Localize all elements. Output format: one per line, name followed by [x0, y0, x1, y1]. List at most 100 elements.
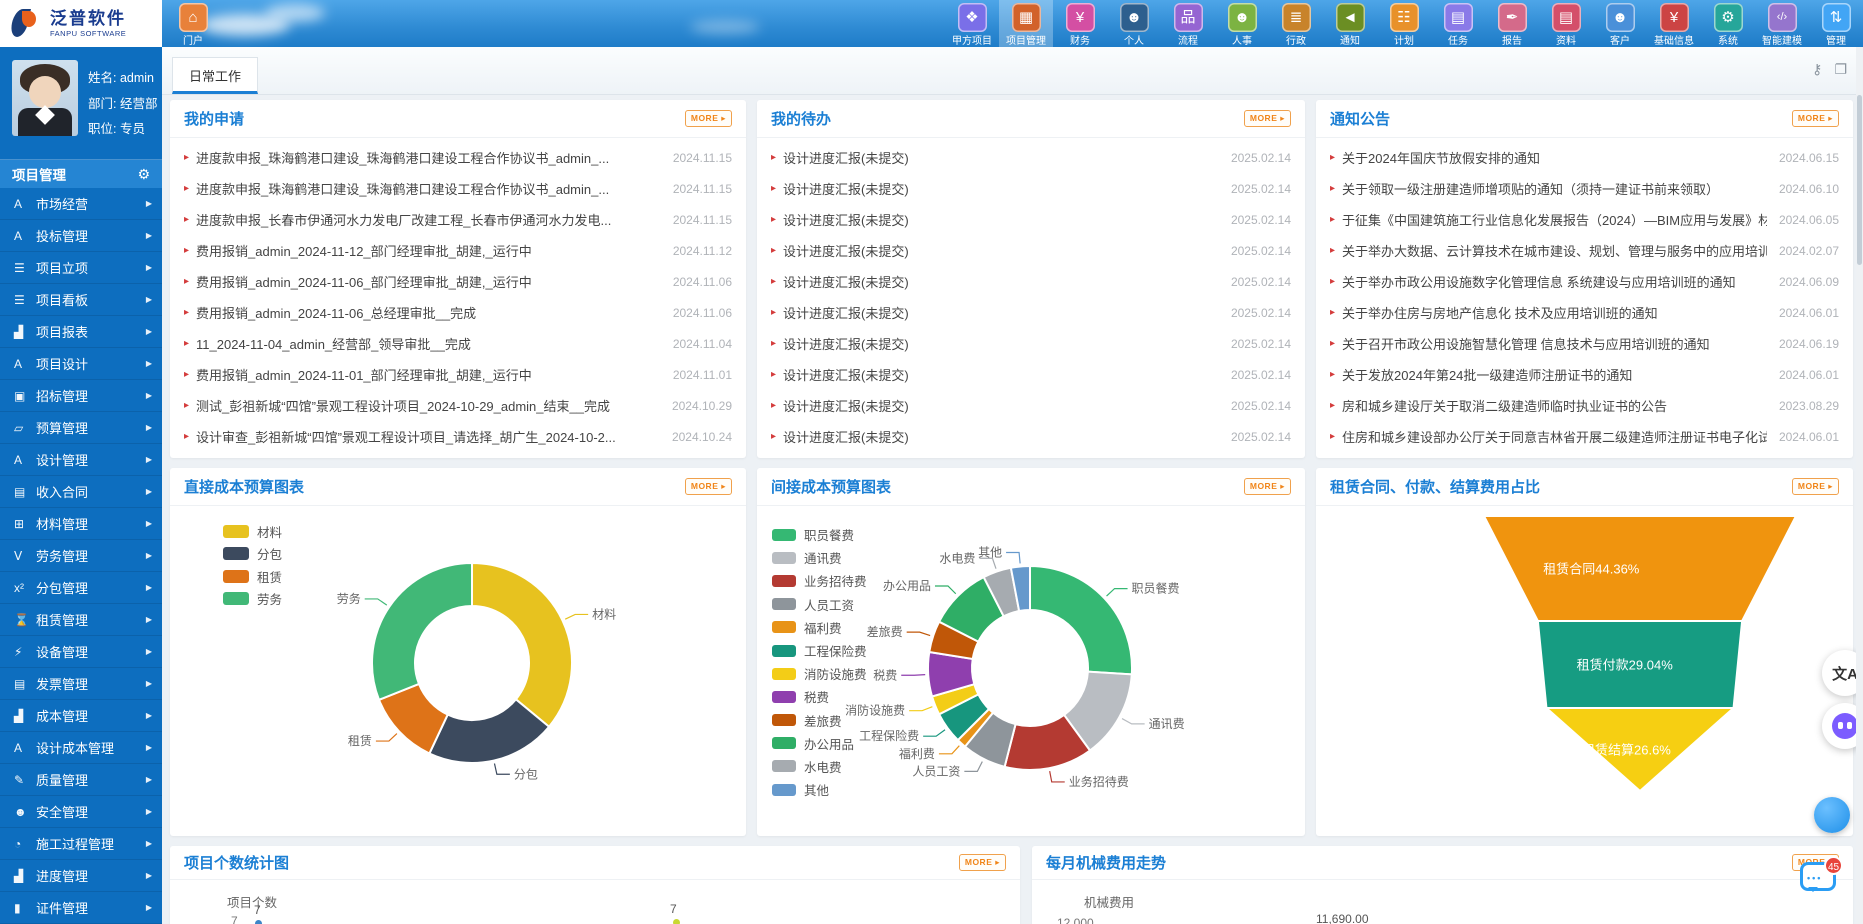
list-item[interactable]: ▸关于2024年国庆节放假安排的通知2024.06.15	[1330, 148, 1839, 167]
nav-item-client-projects[interactable]: ❖甲方项目	[945, 0, 999, 47]
nav-item-base-info[interactable]: ¥基础信息	[1647, 0, 1701, 47]
nav-item-document[interactable]: ▤资料	[1539, 0, 1593, 47]
sidebar-item-invoice[interactable]: ▤发票管理▶	[0, 668, 162, 700]
sidebar-item-cost-chart[interactable]: ▟成本管理▶	[0, 700, 162, 732]
legend-item[interactable]: 水电费	[772, 755, 867, 778]
sidebar-item-progress[interactable]: ▟进度管理▶	[0, 860, 162, 892]
scrollbar-thumb[interactable]	[1857, 95, 1862, 265]
list-item[interactable]: ▸费用报销_admin_2024-11-12_部门经理审批_胡建,_运行中202…	[184, 241, 732, 260]
more-button[interactable]: MORE ▸	[1792, 478, 1839, 495]
list-item[interactable]: ▸进度款申报_珠海鹤港口建设_珠海鹤港口建设工程合作协议书_admin_...2…	[184, 148, 732, 167]
chat-widget[interactable]: ••• 45	[1800, 862, 1836, 891]
list-item[interactable]: ▸设计进度汇报(未提交)2025.02.14	[771, 303, 1291, 322]
list-item[interactable]: ▸于征集《中国建筑施工行业信息化发展报告（2024）—BIM应用与发展》材料..…	[1330, 210, 1839, 229]
list-item[interactable]: ▸住房和城乡建设部办公厅关于同意吉林省开展二级建造师注册证书电子化试点...20…	[1330, 427, 1839, 446]
list-item[interactable]: ▸关于举办住房与房地产信息化 技术及应用培训班的通知2024.06.01	[1330, 303, 1839, 322]
sidebar-item-project-design[interactable]: A项目设计▶	[0, 348, 162, 380]
new-window-icon[interactable]: ❐	[1834, 61, 1847, 78]
more-button[interactable]: MORE ▸	[1792, 110, 1839, 127]
list-item[interactable]: ▸关于发放2024年第24批一级建造师注册证书的通知2024.06.01	[1330, 365, 1839, 384]
legend-item[interactable]: 业务招待费	[772, 569, 867, 592]
list-item[interactable]: ▸设计进度汇报(未提交)2025.02.14	[771, 427, 1291, 446]
legend-item[interactable]: 人员工资	[772, 593, 867, 616]
more-button[interactable]: MORE ▸	[685, 478, 732, 495]
legend-item[interactable]: 差旅费	[772, 709, 867, 732]
tab-daily-work[interactable]: 日常工作	[172, 57, 258, 94]
nav-item-hr[interactable]: ☻人事	[1215, 0, 1269, 47]
nav-item-plan-sliders[interactable]: ☷计划	[1377, 0, 1431, 47]
list-item[interactable]: ▸费用报销_admin_2024-11-01_部门经理审批_胡建,_运行中202…	[184, 365, 732, 384]
nav-item-system-gear[interactable]: ⚙系统	[1701, 0, 1755, 47]
legend-item[interactable]: 材料	[223, 520, 282, 543]
nav-item-project-mgmt[interactable]: ▦项目管理	[999, 0, 1053, 47]
list-item[interactable]: ▸费用报销_admin_2024-11-06_部门经理审批_胡建,_运行中202…	[184, 272, 732, 291]
sidebar-item-kanban[interactable]: ☰项目看板▶	[0, 284, 162, 316]
legend-item[interactable]: 租赁	[223, 565, 282, 588]
list-item[interactable]: ▸设计进度汇报(未提交)2025.02.14	[771, 365, 1291, 384]
floating-blue-button[interactable]	[1814, 797, 1850, 833]
donut-segment-材料[interactable]	[472, 563, 572, 727]
sidebar-item-material-cart[interactable]: ⊞材料管理▶	[0, 508, 162, 540]
legend-item[interactable]: 税费	[772, 685, 867, 708]
sidebar-item-quality[interactable]: ✎质量管理▶	[0, 764, 162, 796]
legend-item[interactable]: 消防设施费	[772, 662, 867, 685]
more-button[interactable]: MORE ▸	[1244, 110, 1291, 127]
nav-item-finance[interactable]: ¥财务	[1053, 0, 1107, 47]
list-item[interactable]: ▸设计进度汇报(未提交)2025.02.14	[771, 148, 1291, 167]
list-item[interactable]: ▸设计进度汇报(未提交)2025.02.14	[771, 179, 1291, 198]
list-item[interactable]: ▸设计进度汇报(未提交)2025.02.14	[771, 241, 1291, 260]
list-item[interactable]: ▸房和城乡建设厅关于取消二级建造师临时执业证书的公告2023.08.29	[1330, 396, 1839, 415]
sidebar-item-subcontract[interactable]: x²分包管理▶	[0, 572, 162, 604]
list-item[interactable]: ▸进度款申报_珠海鹤港口建设_珠海鹤港口建设工程合作协议书_admin_...2…	[184, 179, 732, 198]
sidebar-item-certificate[interactable]: ▮证件管理▶	[0, 892, 162, 924]
legend-item[interactable]: 劳务	[223, 588, 282, 611]
list-item[interactable]: ▸关于举办大数据、云计算技术在城市建设、规划、管理与服务中的应用培训班...20…	[1330, 241, 1839, 260]
legend-item[interactable]: 分包	[223, 543, 282, 566]
sidebar-item-tender[interactable]: ▣招标管理▶	[0, 380, 162, 412]
list-item[interactable]: ▸关于召开市政公用设施智慧化管理 信息技术与应用培训班的通知2024.06.19	[1330, 334, 1839, 353]
sidebar-item-lease-hourglass[interactable]: ⌛租赁管理▶	[0, 604, 162, 636]
nav-item-manage[interactable]: ⇅管理	[1809, 0, 1863, 47]
sidebar-item-construction-process[interactable]: ◔施工过程管理▶	[0, 828, 162, 860]
list-item[interactable]: ▸设计进度汇报(未提交)2025.02.14	[771, 334, 1291, 353]
sidebar-item-design-cost[interactable]: A设计成本管理▶	[0, 732, 162, 764]
donut-segment-职员餐费[interactable]	[1030, 566, 1132, 674]
legend-item[interactable]: 通讯费	[772, 546, 867, 569]
nav-item-admin-layers[interactable]: ≣行政	[1269, 0, 1323, 47]
funnel-segment-租赁合同[interactable]	[1484, 516, 1796, 621]
nav-item-task-clipboard[interactable]: ▤任务	[1431, 0, 1485, 47]
nav-item-workflow[interactable]: 品流程	[1161, 0, 1215, 47]
nav-item-personal[interactable]: ☻个人	[1107, 0, 1161, 47]
nav-item-notice-speaker[interactable]: ◄通知	[1323, 0, 1377, 47]
sidebar-item-design-mgmt[interactable]: A设计管理▶	[0, 444, 162, 476]
sidebar-item-project-setup[interactable]: ☰项目立项▶	[0, 252, 162, 284]
list-item[interactable]: ▸关于举办市政公用设施数字化管理信息 系统建设与应用培训班的通知2024.06.…	[1330, 272, 1839, 291]
key-icon[interactable]: ⚷	[1812, 61, 1822, 78]
nav-item-report-doc[interactable]: ✒报告	[1485, 0, 1539, 47]
nav-item-customer[interactable]: ☻客户	[1593, 0, 1647, 47]
legend-item[interactable]: 福利费	[772, 616, 867, 639]
nav-item-smart-modeling[interactable]: ‹/›智能建模	[1755, 0, 1809, 47]
sidebar-item-project-report[interactable]: ▟项目报表▶	[0, 316, 162, 348]
list-item[interactable]: ▸进度款申报_长春市伊通河水力发电厂改建工程_长春市伊通河水力发电...2024…	[184, 210, 732, 229]
list-item[interactable]: ▸费用报销_admin_2024-11-06_总经理审批__完成2024.11.…	[184, 303, 732, 322]
sidebar-item-market[interactable]: A市场经营▶	[0, 188, 162, 220]
legend-item[interactable]: 职员餐费	[772, 523, 867, 546]
list-item[interactable]: ▸设计进度汇报(未提交)2025.02.14	[771, 272, 1291, 291]
list-item[interactable]: ▸设计进度汇报(未提交)2025.02.14	[771, 396, 1291, 415]
legend-item[interactable]: 其他	[772, 778, 867, 801]
more-button[interactable]: MORE ▸	[1244, 478, 1291, 495]
nav-item-portal[interactable]: ⌂ 门户	[168, 3, 218, 48]
sidebar-item-labor[interactable]: Ⅴ劳务管理▶	[0, 540, 162, 572]
list-item[interactable]: ▸关于领取一级注册建造师增项贴的通知（须持一建证书前来领取）2024.06.10	[1330, 179, 1839, 198]
sidebar-item-equipment[interactable]: ⚡设备管理▶	[0, 636, 162, 668]
list-item[interactable]: ▸测试_彭祖新城“四馆”景观工程设计项目_2024-10-29_admin_结束…	[184, 396, 732, 415]
legend-item[interactable]: 办公用品	[772, 732, 867, 755]
sidebar-item-budget-folder[interactable]: ▱预算管理▶	[0, 412, 162, 444]
sidebar-item-bidding[interactable]: A投标管理▶	[0, 220, 162, 252]
list-item[interactable]: ▸设计审查_彭祖新城“四馆”景观工程设计项目_请选择_胡广生_2024-10-2…	[184, 427, 732, 446]
more-button[interactable]: MORE ▸	[959, 854, 1006, 871]
list-item[interactable]: ▸设计进度汇报(未提交)2025.02.14	[771, 210, 1291, 229]
sidebar-item-income-contract[interactable]: ▤收入合同▶	[0, 476, 162, 508]
donut-segment-劳务[interactable]	[372, 563, 472, 700]
